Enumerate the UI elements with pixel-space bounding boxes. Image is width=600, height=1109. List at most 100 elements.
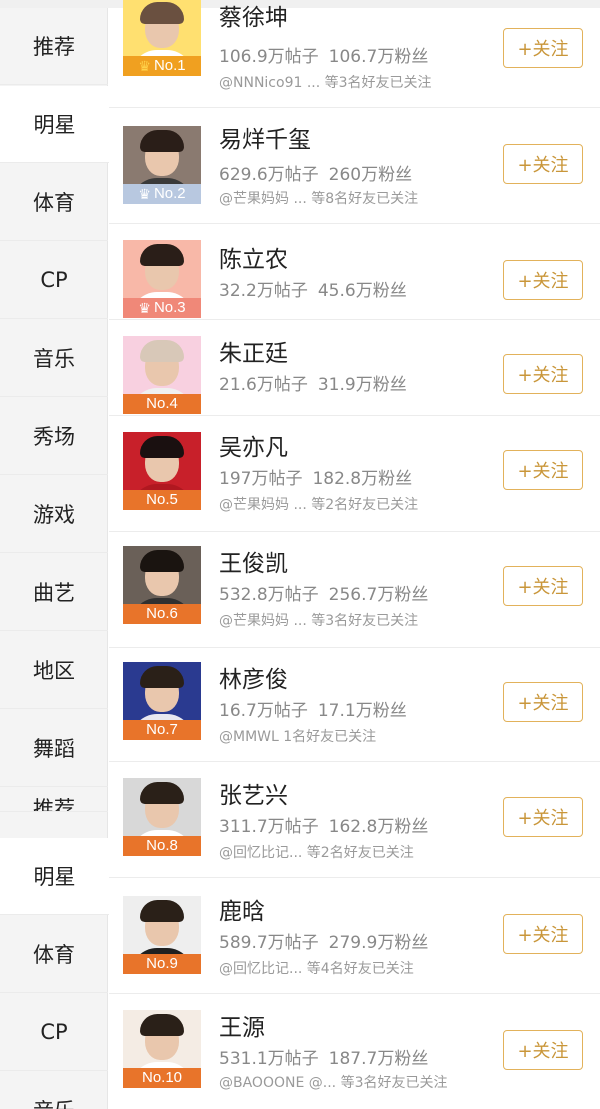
avatar[interactable]: No.10 — [123, 1010, 201, 1088]
friends-following: @MMWL 1名好友已关注 — [219, 729, 377, 745]
sidebar-item-label: 明星 — [33, 113, 76, 137]
avatar[interactable]: No.7 — [123, 662, 201, 740]
star-name[interactable]: 王俊凯 — [219, 544, 288, 578]
star-stats: 21.6万帖子 31.9万粉丝 — [219, 370, 407, 395]
sidebar-item-label: 曲艺 — [33, 581, 75, 605]
avatar[interactable]: No.8 — [123, 778, 201, 856]
list-item[interactable]: No.7 林彦俊 16.7万帖子 17.1万粉丝 @MMWL 1名好友已关注 +关注 — [109, 648, 600, 762]
sidebar-item-dance[interactable]: 舞蹈 — [0, 710, 108, 787]
post-count: 106.9万帖子 — [219, 47, 319, 67]
star-name[interactable]: 吴亦凡 — [219, 428, 288, 462]
post-count: 311.7万帖子 — [219, 817, 319, 837]
follow-button[interactable]: +关注 — [503, 682, 583, 722]
star-name[interactable]: 鹿晗 — [219, 892, 265, 926]
fan-count: 260万粉丝 — [328, 165, 413, 185]
friends-following: @BAOOONE @... 等3名好友已关注 — [219, 1075, 448, 1091]
follow-button[interactable]: +关注 — [503, 566, 583, 606]
fan-count: 182.8万粉丝 — [312, 469, 413, 489]
sidebar-item-label: CP — [40, 1020, 68, 1044]
page: 推荐明星体育CP音乐秀场游戏曲艺地区舞蹈推荐明星体育CP音乐 ♛No.1蔡徐坤1… — [0, 0, 600, 1109]
follow-button[interactable]: +关注 — [503, 354, 583, 394]
list-item[interactable]: No.6 王俊凯 532.8万帖子 256.7万粉丝 @芒果妈妈 ... 等3名好友已关… — [109, 532, 600, 648]
sidebar-item-recommend-repeat[interactable]: 推荐 — [0, 788, 108, 812]
rank-label: No.2 — [153, 185, 186, 202]
star-name[interactable]: 易烊千玺 — [219, 120, 311, 154]
rank-badge: ♛ No.2 — [123, 184, 201, 204]
sidebar-item-cp-repeat[interactable]: CP — [0, 994, 108, 1071]
star-ranking-list: ♛ No.1 蔡徐坤 106.9万帖子 106.7万粉丝 @NNNico91 ... 等3… — [109, 0, 600, 1109]
avatar[interactable]: ♛ No.3 — [123, 240, 201, 318]
star-name[interactable]: 蔡徐坤 — [219, 0, 288, 32]
rank-badge: No.7 — [123, 720, 201, 740]
friends-following: @NNNico91 ... 等3名好友已关注 — [219, 75, 432, 91]
rank-label: No.1 — [153, 57, 186, 74]
avatar[interactable]: No.9 — [123, 896, 201, 974]
rank-badge: No.9 — [123, 954, 201, 974]
rank-badge: No.4 — [123, 394, 201, 414]
crown-icon: ♛ — [138, 186, 151, 202]
avatar[interactable]: No.5 — [123, 432, 201, 510]
follow-button[interactable]: +关注 — [503, 1030, 583, 1070]
avatar[interactable]: No.4 — [123, 336, 201, 414]
star-stats: 589.7万帖子 279.9万粉丝 — [219, 928, 428, 953]
sidebar-item-label: 体育 — [33, 191, 75, 215]
sidebar-item-games[interactable]: 游戏 — [0, 476, 108, 553]
list-item[interactable]: ♛ No.3 陈立农 32.2万帖子 45.6万粉丝 +关注 — [109, 224, 600, 320]
list-item[interactable]: No.8 张艺兴 311.7万帖子 162.8万粉丝 @回忆比记... 等2名好友已关注… — [109, 762, 600, 878]
follow-button[interactable]: +关注 — [503, 28, 583, 68]
rank-label: No.6 — [146, 605, 178, 622]
avatar[interactable]: ♛ No.2 — [123, 126, 201, 204]
follow-button[interactable]: +关注 — [503, 260, 583, 300]
crown-icon: ♛ — [138, 300, 151, 316]
star-stats: 32.2万帖子 45.6万粉丝 — [219, 276, 407, 301]
sidebar-item-sports[interactable]: 体育 — [0, 164, 108, 241]
fan-count: 17.1万粉丝 — [317, 701, 407, 721]
star-name[interactable]: 王源 — [219, 1008, 265, 1042]
sidebar-item-sports-repeat[interactable]: 体育 — [0, 916, 108, 993]
sidebar-item-stars-repeat[interactable]: 明星 — [0, 838, 109, 915]
fan-count: 256.7万粉丝 — [328, 585, 429, 605]
fan-count: 279.9万粉丝 — [328, 933, 429, 953]
sidebar-item-label: 体育 — [33, 943, 75, 967]
list-item[interactable]: ♛ No.1 蔡徐坤 106.9万帖子 106.7万粉丝 @NNNico91 ... 等3… — [109, 0, 600, 108]
star-name[interactable]: 林彦俊 — [219, 660, 288, 694]
avatar[interactable]: ♛ No.1 — [123, 0, 201, 76]
fan-count: 31.9万粉丝 — [317, 375, 407, 395]
sidebar-item-stars[interactable]: 明星 — [0, 86, 109, 163]
follow-button[interactable]: +关注 — [503, 797, 583, 837]
star-name[interactable]: 陈立农 — [219, 240, 288, 274]
follow-button[interactable]: +关注 — [503, 450, 583, 490]
fan-count: 162.8万粉丝 — [328, 817, 429, 837]
post-count: 531.1万帖子 — [219, 1049, 319, 1069]
star-name[interactable]: 张艺兴 — [219, 776, 288, 810]
sidebar-item-music-repeat[interactable]: 音乐 — [0, 1077, 108, 1109]
friends-following: @芒果妈妈 ... 等2名好友已关注 — [219, 497, 419, 513]
list-item[interactable]: No.9 鹿晗 589.7万帖子 279.9万粉丝 @回忆比记... 等4名好友已关注 +… — [109, 878, 600, 994]
sidebar-item-region[interactable]: 地区 — [0, 632, 108, 709]
list-item[interactable]: No.10 王源 531.1万帖子 187.7万粉丝 @BAOOONE @... 等3名… — [109, 994, 600, 1109]
friends-following: @芒果妈妈 ... 等3名好友已关注 — [219, 613, 419, 629]
follow-button[interactable]: +关注 — [503, 914, 583, 954]
sidebar-item-opera[interactable]: 曲艺 — [0, 554, 108, 631]
sidebar-item-label: 推荐 — [33, 797, 75, 812]
list-item[interactable]: ♛ No.2 易烊千玺 629.6万帖子 260万粉丝 @芒果妈妈 ... 等8名好友已关… — [109, 108, 600, 224]
follow-button[interactable]: +关注 — [503, 144, 583, 184]
sidebar-item-label: 音乐 — [33, 347, 75, 371]
sidebar-item-cp[interactable]: CP — [0, 242, 108, 319]
sidebar-item-recommend[interactable]: 推荐 — [0, 8, 108, 85]
avatar[interactable]: No.6 — [123, 546, 201, 624]
friends-following: @回忆比记... 等2名好友已关注 — [219, 845, 414, 861]
rank-label: No.8 — [146, 837, 178, 854]
list-item[interactable]: No.4 朱正廷 21.6万帖子 31.9万粉丝 +关注 — [109, 320, 600, 416]
rank-badge: No.5 — [123, 490, 201, 510]
star-name[interactable]: 朱正廷 — [219, 334, 288, 368]
friends-following: @芒果妈妈 ... 等8名好友已关注 — [219, 191, 419, 207]
post-count: 16.7万帖子 — [219, 701, 308, 721]
post-count: 532.8万帖子 — [219, 585, 319, 605]
sidebar-item-show[interactable]: 秀场 — [0, 398, 108, 475]
sidebar-item-label: 推荐 — [33, 35, 75, 59]
star-stats: 531.1万帖子 187.7万粉丝 — [219, 1044, 428, 1069]
sidebar-item-label: 游戏 — [33, 503, 75, 527]
sidebar-item-music[interactable]: 音乐 — [0, 320, 108, 397]
list-item[interactable]: No.5 吴亦凡 197万帖子 182.8万粉丝 @芒果妈妈 ... 等2名好友已关注 +… — [109, 416, 600, 532]
